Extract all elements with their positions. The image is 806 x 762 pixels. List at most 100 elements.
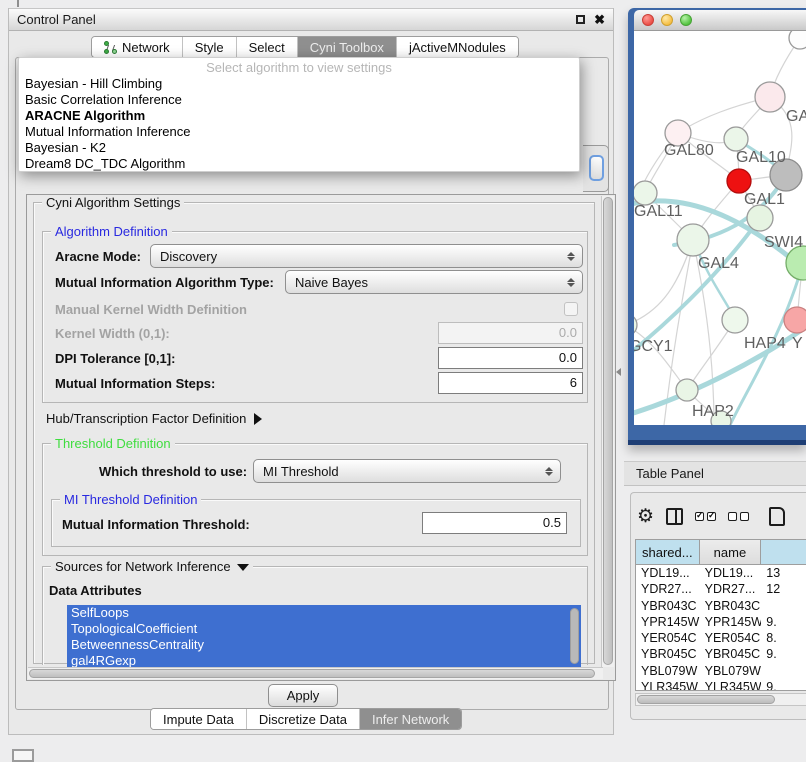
- network-node[interactable]: [784, 307, 806, 333]
- zoom-traffic-light[interactable]: [680, 14, 692, 26]
- network-node-label: GAL80: [664, 142, 714, 159]
- sources-group-title[interactable]: Sources for Network Inference: [51, 559, 253, 574]
- tab-jactivemnodules[interactable]: jActiveMNodules: [397, 37, 518, 57]
- network-node[interactable]: [724, 127, 748, 151]
- network-node-label: HAP4: [744, 335, 786, 352]
- network-window-titlebar[interactable]: [634, 10, 806, 31]
- float-window-icon[interactable]: [576, 15, 585, 24]
- manual-kernel-label: Manual Kernel Width Definition: [55, 302, 247, 317]
- aracne-mode-combobox[interactable]: Discovery: [150, 244, 583, 268]
- network-node[interactable]: [676, 379, 698, 401]
- table-row[interactable]: YLR345WYLR345W9.: [636, 679, 806, 691]
- algorithm-option[interactable]: Dream8 DC_TDC Algorithm: [19, 156, 579, 172]
- tab-network[interactable]: Network: [92, 37, 183, 57]
- data-attribute-item[interactable]: TopologicalCoefficient: [67, 621, 581, 637]
- attribute-list-scrollbar[interactable]: [570, 608, 579, 664]
- table-panel-title: Table Panel: [636, 466, 704, 481]
- table-cell: YDL19...: [636, 565, 700, 581]
- network-canvas[interactable]: GALGAL80GAL10GAL1GAL11SWI4GAL4GCY1HAP4YH…: [634, 31, 806, 425]
- checked-checkbox-pair-icon[interactable]: [695, 512, 716, 521]
- data-attributes-label: Data Attributes: [49, 583, 142, 598]
- kernel-width-field[interactable]: 0.0: [438, 322, 583, 344]
- network-node[interactable]: [634, 181, 657, 205]
- dpi-tolerance-label: DPI Tolerance [0,1]:: [55, 351, 175, 366]
- network-node[interactable]: [755, 82, 785, 112]
- table-row[interactable]: YDL19...YDL19...13: [636, 565, 806, 581]
- control-panel-titlebar[interactable]: Control Panel ✖: [9, 8, 613, 31]
- data-attributes-list[interactable]: SelfLoopsTopologicalCoefficientBetweenne…: [67, 605, 581, 669]
- table-cell: 13: [761, 565, 806, 581]
- table-column-header[interactable]: shared...: [636, 540, 700, 564]
- network-node-label: GAL: [786, 108, 806, 125]
- hub-definition-toggle[interactable]: Hub/Transcription Factor Definition: [46, 410, 262, 428]
- table-column-header[interactable]: name: [700, 540, 762, 564]
- table-cell: [761, 598, 806, 614]
- mi-type-combobox[interactable]: Naive Bayes: [285, 270, 583, 294]
- tab-infer-network[interactable]: Infer Network: [360, 709, 461, 729]
- algorithm-option[interactable]: Mutual Information Inference: [19, 124, 579, 140]
- table-row[interactable]: YDR27...YDR27...12: [636, 581, 806, 597]
- data-attribute-item[interactable]: BetweennessCentrality: [67, 637, 581, 653]
- minimize-traffic-light[interactable]: [661, 14, 673, 26]
- network-node[interactable]: [786, 246, 806, 280]
- table-cell: YBR045C: [636, 646, 700, 662]
- network-icon: [104, 41, 117, 54]
- algorithm-option[interactable]: Bayesian - K2: [19, 140, 579, 156]
- table-cell: YPR145W: [636, 614, 700, 630]
- data-attribute-item[interactable]: SelfLoops: [67, 605, 581, 621]
- unchecked-checkbox-pair-icon[interactable]: [728, 512, 749, 521]
- minimized-panel-chip[interactable]: [12, 749, 34, 762]
- table-row[interactable]: YBR045CYBR045C9.: [636, 646, 806, 662]
- table-cell: YBR045C: [700, 646, 762, 662]
- algorithm-option[interactable]: ARACNE Algorithm: [19, 108, 579, 124]
- new-table-icon[interactable]: [769, 507, 785, 526]
- table-column-header[interactable]: [761, 540, 806, 564]
- table-row[interactable]: YER054CYER054C8.: [636, 630, 806, 646]
- mi-threshold-field[interactable]: 0.5: [422, 512, 567, 534]
- table-panel-header[interactable]: Table Panel: [624, 461, 806, 486]
- mi-steps-label: Mutual Information Steps:: [55, 376, 215, 391]
- gear-icon[interactable]: ⚙: [637, 507, 654, 526]
- network-node[interactable]: [722, 307, 748, 333]
- settings-horizontal-scrollbar[interactable]: [28, 667, 603, 679]
- network-view-window: GALGAL80GAL10GAL1GAL11SWI4GAL4GCY1HAP4YH…: [628, 8, 806, 445]
- tab-impute-data[interactable]: Impute Data: [151, 709, 247, 729]
- splitter-collapse-handle[interactable]: [616, 368, 621, 376]
- which-threshold-combobox[interactable]: MI Threshold: [253, 459, 561, 483]
- table-header-row: shared...name: [636, 540, 806, 565]
- columns-icon[interactable]: [666, 508, 683, 525]
- inference-algorithm-combobox[interactable]: [583, 145, 609, 192]
- manual-kernel-checkbox[interactable]: [564, 302, 578, 316]
- table-horizontal-scrollbar[interactable]: [635, 693, 806, 706]
- table-cell: 9.: [761, 679, 806, 691]
- table-row[interactable]: YBR043CYBR043C: [636, 598, 806, 614]
- network-node[interactable]: [677, 224, 709, 256]
- network-node[interactable]: [634, 314, 637, 336]
- mi-steps-field[interactable]: 6: [438, 372, 583, 394]
- close-traffic-light[interactable]: [642, 14, 654, 26]
- tab-discretize-data[interactable]: Discretize Data: [247, 709, 360, 729]
- mi-threshold-group: MI Threshold Definition Mutual Informati…: [51, 499, 581, 547]
- table-cell: YDR27...: [636, 581, 700, 597]
- network-node[interactable]: [789, 31, 806, 49]
- tab-discretize-data-label: Discretize Data: [259, 712, 347, 727]
- tab-style[interactable]: Style: [183, 37, 237, 57]
- network-node[interactable]: [747, 205, 773, 231]
- apply-button[interactable]: Apply: [268, 684, 338, 707]
- network-node-label: GAL10: [736, 149, 786, 166]
- table-row[interactable]: YPR145WYPR145W9.: [636, 614, 806, 630]
- close-icon[interactable]: ✖: [594, 13, 605, 26]
- table-cell: YPR145W: [700, 614, 762, 630]
- tab-cyni-toolbox[interactable]: Cyni Toolbox: [298, 37, 397, 57]
- table-row[interactable]: YBL079WYBL079W: [636, 663, 806, 679]
- collapse-down-icon: [237, 564, 249, 571]
- tab-select[interactable]: Select: [237, 37, 298, 57]
- table-toolbar: ⚙: [637, 499, 805, 533]
- spinner-arrows-icon: [565, 248, 576, 265]
- window-bottom-edge: [628, 440, 806, 445]
- algorithm-option[interactable]: Bayesian - Hill Climbing: [19, 76, 579, 92]
- dpi-tolerance-field[interactable]: 0.0: [438, 347, 583, 369]
- algorithm-option[interactable]: Basic Correlation Inference: [19, 92, 579, 108]
- network-node[interactable]: [727, 169, 751, 193]
- settings-vertical-scrollbar[interactable]: [601, 196, 614, 667]
